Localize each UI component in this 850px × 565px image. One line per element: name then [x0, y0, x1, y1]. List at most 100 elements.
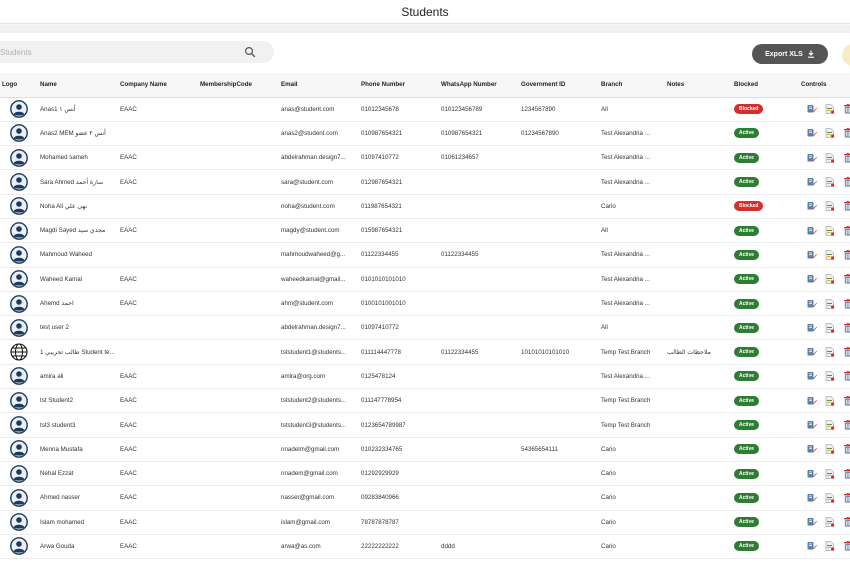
document-icon[interactable] — [825, 468, 835, 479]
table-row[interactable]: طالب تجريبي 1 Student te... tststudent1@s… — [0, 339, 850, 365]
edit-icon[interactable] — [807, 153, 817, 163]
status-badge[interactable]: Active — [734, 444, 760, 455]
document-icon[interactable] — [825, 128, 835, 139]
edit-icon[interactable] — [807, 493, 817, 503]
table-row[interactable]: test user 2 abdelrahman.design7... 0109741… — [0, 315, 850, 341]
document-icon[interactable] — [825, 541, 835, 552]
edit-icon[interactable] — [807, 226, 817, 236]
delete-icon[interactable] — [843, 492, 850, 503]
status-badge[interactable]: Active — [734, 468, 760, 479]
delete-icon[interactable] — [843, 177, 850, 187]
edit-icon[interactable] — [807, 444, 817, 454]
table-row[interactable]: Anas2 MEM أنس ٢ عضو anas2@student.com 0109… — [0, 121, 850, 147]
search-bar[interactable] — [0, 41, 274, 63]
edit-icon[interactable] — [807, 469, 817, 479]
table-row[interactable]: Arwa Gouda EAAC arwa@as.com 22222222222 dddd… — [0, 534, 850, 560]
document-icon[interactable] — [825, 225, 835, 236]
status-badge[interactable]: Active — [734, 492, 760, 503]
edit-icon[interactable] — [807, 371, 817, 381]
column-header-government-id[interactable]: Government ID — [519, 73, 599, 98]
table-row[interactable]: Menna Mustafa EAAC nnadelm@gmail.com 010232… — [0, 437, 850, 462]
status-badge[interactable]: Active — [734, 517, 760, 528]
export-xls-button[interactable]: Export XLS — [752, 44, 828, 64]
status-badge[interactable]: Active — [734, 541, 760, 552]
status-badge[interactable]: Active — [734, 347, 760, 358]
status-badge[interactable]: Active — [734, 225, 760, 236]
table-row[interactable]: Ahmed nasser EAAC nasser@gmail.com 09283840… — [0, 485, 850, 511]
floating-action-button[interactable] — [842, 44, 850, 66]
document-icon[interactable] — [825, 371, 835, 382]
delete-icon[interactable] — [843, 395, 850, 406]
table-row[interactable]: tst Student2 EAAC tststudent2@students... 0… — [0, 388, 850, 414]
document-icon[interactable] — [825, 395, 835, 406]
document-icon[interactable] — [825, 420, 835, 430]
status-badge[interactable]: Active — [734, 420, 760, 430]
delete-icon[interactable] — [843, 322, 850, 333]
delete-icon[interactable] — [843, 128, 850, 139]
delete-icon[interactable] — [843, 225, 850, 236]
column-header-phone[interactable]: Phone Number — [359, 73, 439, 98]
column-header-company[interactable]: Company Name — [118, 73, 198, 98]
edit-icon[interactable] — [807, 250, 817, 260]
delete-icon[interactable] — [843, 104, 850, 114]
edit-icon[interactable] — [807, 323, 817, 333]
table-row[interactable]: tst3 student3 EAAC tststudent3@students...… — [0, 412, 850, 438]
column-header-branch[interactable]: Branch — [599, 73, 665, 98]
document-icon[interactable] — [825, 323, 835, 333]
delete-icon[interactable] — [843, 444, 850, 454]
search-input[interactable] — [0, 44, 230, 60]
table-row[interactable]: Waheed Kamal EAAC waheedkamal@gmail... 0101… — [0, 267, 850, 292]
delete-icon[interactable] — [843, 468, 850, 479]
delete-icon[interactable] — [843, 541, 850, 552]
document-icon[interactable] — [825, 347, 835, 357]
document-icon[interactable] — [825, 250, 835, 260]
table-row[interactable]: Magdi Sayed مجدي سيد EAAC magdy@student.co… — [0, 218, 850, 244]
status-badge[interactable]: Active — [734, 128, 760, 139]
delete-icon[interactable] — [843, 517, 850, 527]
table-row[interactable]: Anas1 أنس ١ EAAC anas@student.com 010123456… — [0, 97, 850, 122]
document-icon[interactable] — [825, 152, 835, 163]
table-row[interactable]: Islam mohamed EAAC islam@gmail.com 78787878… — [0, 510, 850, 535]
table-row[interactable]: Mohamed sameh EAAC abdelrahman.design7... 0… — [0, 145, 850, 171]
document-icon[interactable] — [825, 274, 835, 284]
status-badge[interactable]: Blocked — [734, 201, 764, 212]
edit-icon[interactable] — [807, 177, 817, 187]
status-badge[interactable]: Active — [734, 322, 760, 333]
edit-icon[interactable] — [807, 299, 817, 309]
status-badge[interactable]: Active — [734, 371, 760, 382]
document-icon[interactable] — [825, 444, 835, 455]
delete-icon[interactable] — [843, 420, 850, 430]
status-badge[interactable]: Active — [734, 298, 760, 309]
column-header-whatsapp[interactable]: WhatsApp Number — [439, 73, 519, 98]
edit-icon[interactable] — [807, 420, 817, 430]
search-icon[interactable] — [244, 46, 256, 58]
edit-icon[interactable] — [807, 396, 817, 406]
column-header-email[interactable]: Email — [279, 73, 359, 98]
document-icon[interactable] — [825, 177, 835, 187]
column-header-name[interactable]: Name — [38, 73, 118, 98]
edit-icon[interactable] — [807, 201, 817, 211]
document-icon[interactable] — [825, 517, 835, 527]
delete-icon[interactable] — [843, 371, 850, 382]
status-badge[interactable]: Blocked — [734, 104, 764, 115]
column-header-notes[interactable]: Notes — [665, 73, 732, 98]
table-row[interactable]: amira ali EAAC amira@org.com 0125478124 Test… — [0, 364, 850, 390]
status-badge[interactable]: Active — [734, 249, 760, 260]
edit-icon[interactable] — [807, 541, 817, 551]
document-icon[interactable] — [825, 201, 835, 212]
delete-icon[interactable] — [843, 347, 850, 357]
table-row[interactable]: Nehal Ezzat EAAC nnadem@gmail.com 012929299… — [0, 461, 850, 487]
edit-icon[interactable] — [807, 347, 817, 357]
edit-icon[interactable] — [807, 104, 817, 114]
status-badge[interactable]: Active — [734, 395, 760, 406]
delete-icon[interactable] — [843, 274, 850, 284]
status-badge[interactable]: Active — [734, 274, 760, 285]
table-row[interactable]: Mahmoud Waheed mahmoudwaheed@g... 01122334… — [0, 242, 850, 268]
delete-icon[interactable] — [843, 250, 850, 260]
column-header-membership[interactable]: MembershipCode — [198, 73, 279, 98]
edit-icon[interactable] — [807, 517, 817, 527]
edit-icon[interactable] — [807, 274, 817, 284]
document-icon[interactable] — [825, 104, 835, 114]
delete-icon[interactable] — [843, 201, 850, 211]
document-icon[interactable] — [825, 493, 835, 503]
